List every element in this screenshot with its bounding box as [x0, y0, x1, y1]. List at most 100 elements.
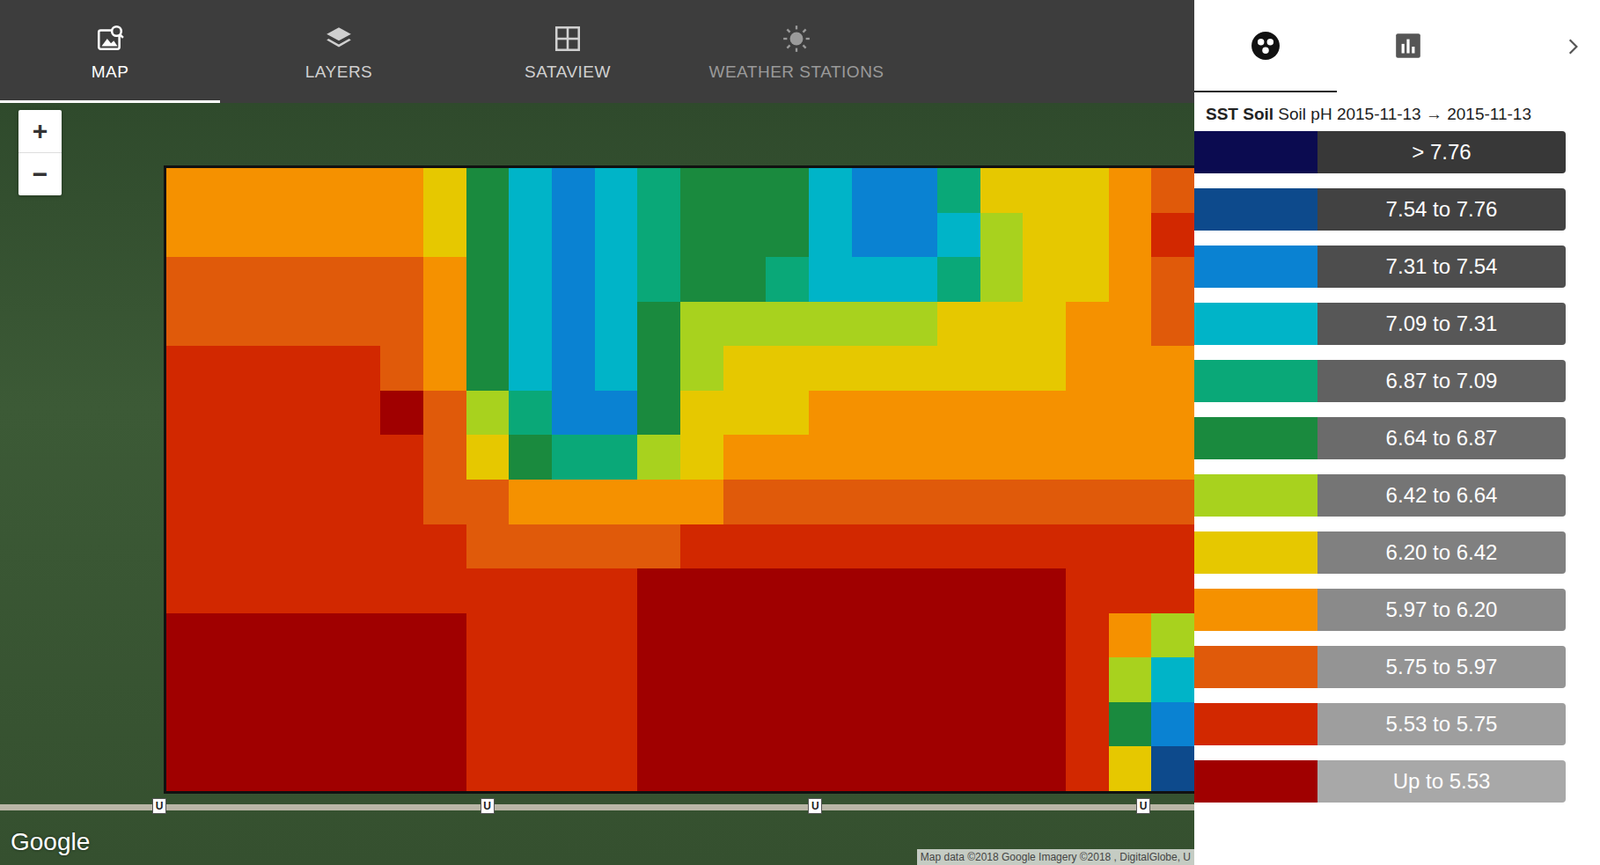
ph-cell — [166, 657, 211, 704]
ph-cell — [1022, 613, 1067, 660]
ph-cell — [1065, 256, 1110, 303]
layer-title: SST Soil Soil pH 2015-11-13 → 2015-11-13 — [1194, 92, 1600, 132]
legend-swatch — [1194, 417, 1318, 460]
map-pin[interactable]: U — [152, 798, 167, 815]
ph-cell — [1108, 256, 1153, 303]
ph-cell — [209, 256, 254, 303]
ph-cell — [508, 657, 553, 704]
ph-cell — [637, 746, 682, 792]
ph-cell — [937, 168, 982, 214]
ph-cell — [466, 613, 511, 660]
ph-cell — [1151, 568, 1195, 615]
ph-cell — [551, 479, 596, 526]
legend-row[interactable]: 7.31 to 7.54 — [1194, 245, 1600, 288]
ph-cell — [894, 568, 939, 615]
ph-cell — [894, 212, 939, 259]
ph-cell — [251, 301, 296, 348]
ph-cell — [894, 746, 939, 792]
legend-row[interactable]: 7.54 to 7.76 — [1194, 188, 1600, 231]
ph-cell — [680, 301, 725, 348]
ph-cell — [380, 256, 425, 303]
map[interactable]: + − UUUU Google Map data ©2018 Google Im… — [0, 102, 1195, 865]
ph-cell — [937, 524, 982, 571]
nav-tab[interactable]: MAP — [0, 0, 221, 103]
ph-cell — [937, 345, 982, 392]
ph-cell — [423, 301, 468, 348]
ph-cell — [1065, 702, 1110, 749]
legend-row[interactable]: > 7.76 — [1194, 131, 1600, 174]
nav-tab[interactable]: SATAVIEW — [457, 0, 678, 103]
panel-tab[interactable] — [1336, 0, 1480, 93]
legend-row[interactable]: 6.64 to 6.87 — [1194, 417, 1600, 460]
ph-cell — [723, 613, 768, 660]
ph-cell — [294, 345, 339, 392]
ph-cell — [380, 212, 425, 259]
legend-row[interactable]: 6.42 to 6.64 — [1194, 474, 1600, 517]
ph-cell — [1022, 702, 1067, 749]
ph-cell — [466, 702, 511, 749]
legend-swatch — [1194, 531, 1318, 574]
ph-cell — [723, 746, 768, 792]
ph-cell — [680, 746, 725, 792]
ph-cell — [337, 434, 382, 481]
ph-cell — [851, 568, 896, 615]
ph-cell — [937, 702, 982, 749]
ph-cell — [594, 345, 639, 392]
ph-cell — [765, 524, 810, 571]
ph-cell — [466, 301, 511, 348]
legend-row[interactable]: Up to 5.53 — [1194, 760, 1600, 803]
legend-row[interactable]: 7.09 to 7.31 — [1194, 302, 1600, 345]
ph-cell — [166, 168, 211, 214]
ph-cell — [808, 613, 853, 660]
zoom-out-button[interactable]: − — [18, 152, 62, 196]
ph-cell — [808, 390, 853, 437]
legend-row[interactable]: 5.75 to 5.97 — [1194, 645, 1600, 689]
ph-cell — [508, 524, 553, 571]
ph-cell — [980, 702, 1025, 749]
ph-cell — [337, 168, 382, 214]
ph-cell — [680, 702, 725, 749]
ph-cell — [209, 301, 254, 348]
side-panel: SST Soil Soil pH 2015-11-13 → 2015-11-13… — [1194, 0, 1600, 865]
ph-cell — [1151, 746, 1195, 792]
legend-row[interactable]: 6.87 to 7.09 — [1194, 359, 1600, 403]
ph-cell — [594, 434, 639, 481]
ph-cell — [508, 434, 553, 481]
ph-cell — [466, 434, 511, 481]
ph-cell — [251, 524, 296, 571]
ph-cell — [808, 212, 853, 259]
nav-tab[interactable]: LAYERS — [228, 0, 449, 103]
legend-row[interactable]: 6.20 to 6.42 — [1194, 531, 1600, 574]
ph-cell — [337, 256, 382, 303]
ph-cell — [380, 746, 425, 792]
ph-cell — [1022, 568, 1067, 615]
map-pin[interactable]: U — [807, 798, 823, 815]
ph-cell — [466, 568, 511, 615]
nav-tab[interactable]: WEATHER STATIONS — [686, 0, 907, 103]
ph-cell — [166, 524, 211, 571]
ph-cell — [851, 613, 896, 660]
ph-cell — [166, 345, 211, 392]
ph-cell — [551, 702, 596, 749]
ph-cell — [551, 657, 596, 704]
zoom-in-button[interactable]: + — [18, 110, 62, 153]
ph-cell — [380, 524, 425, 571]
ph-cell — [423, 613, 468, 660]
legend-label: 5.97 to 6.20 — [1317, 588, 1566, 632]
legend-swatch — [1194, 703, 1318, 746]
ph-cell — [723, 568, 768, 615]
ph-cell — [980, 168, 1025, 214]
ph-cell — [980, 746, 1025, 792]
ph-cell — [294, 168, 339, 214]
panel-tab[interactable] — [1194, 0, 1337, 93]
legend-row[interactable]: 5.97 to 6.20 — [1194, 588, 1600, 632]
ph-cell — [594, 212, 639, 259]
ph-cell — [765, 568, 810, 615]
ph-cell — [1151, 657, 1195, 704]
legend-row[interactable]: 5.53 to 5.75 — [1194, 703, 1600, 746]
chevron-right-icon[interactable] — [1563, 36, 1583, 57]
map-view: MAP LAYERS SATAVIEW WEATHER STATIONS + −… — [0, 0, 1195, 865]
layer-name: Soil pH 2015-11-13 → 2015-11-13 — [1277, 104, 1532, 124]
map-pin[interactable]: U — [480, 798, 495, 815]
map-pin[interactable]: U — [1136, 798, 1151, 815]
